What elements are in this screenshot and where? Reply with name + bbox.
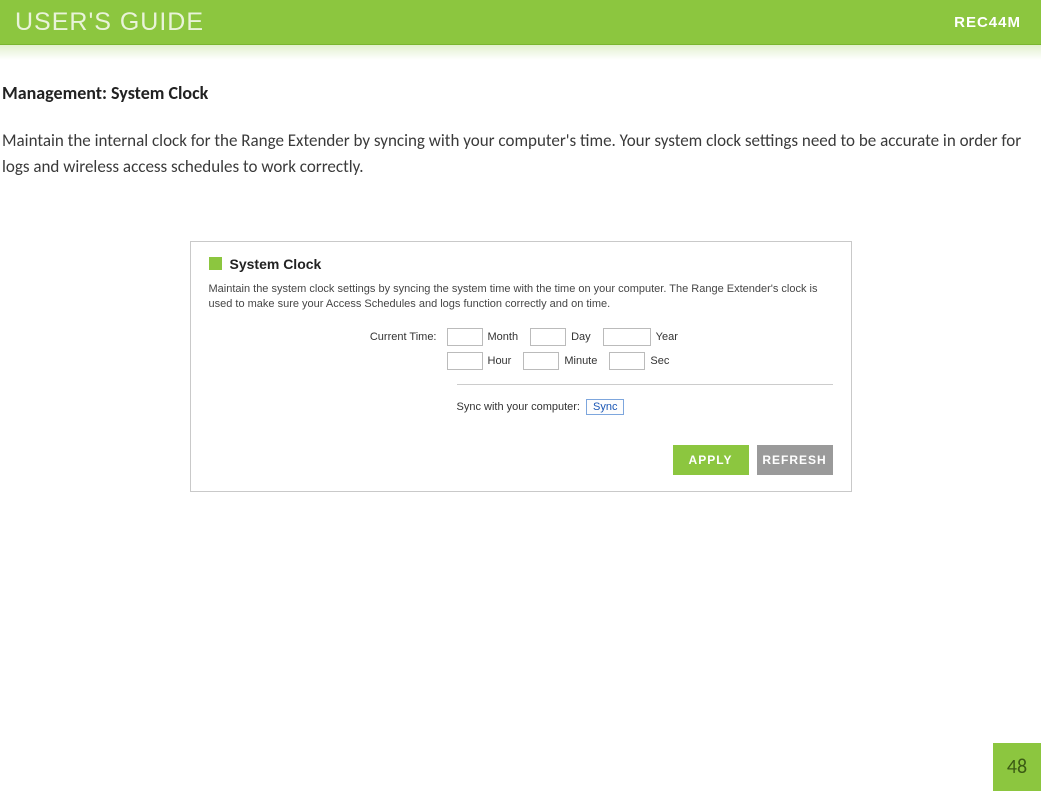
panel-title: System Clock — [230, 256, 322, 272]
minute-field-group: Minute — [523, 352, 597, 370]
sec-label: Sec — [650, 355, 669, 367]
section-title: Management: System Clock — [0, 82, 1041, 104]
year-field-group: Year — [603, 328, 678, 346]
panel-wrapper: System Clock Maintain the system clock s… — [0, 241, 1041, 493]
month-field-group: Month — [447, 328, 519, 346]
date-row: Current Time: Month Day Year — [209, 328, 833, 346]
system-clock-panel: System Clock Maintain the system clock s… — [190, 241, 852, 493]
time-row: Hour Minute Sec — [209, 352, 833, 370]
refresh-button[interactable]: REFRESH — [757, 445, 833, 475]
hour-label: Hour — [488, 355, 512, 367]
header-shade — [0, 45, 1041, 60]
sec-field-group: Sec — [609, 352, 669, 370]
panel-header: System Clock — [209, 256, 833, 272]
day-field-group: Day — [530, 328, 591, 346]
month-label: Month — [488, 331, 519, 343]
sync-row: Sync with your computer: Sync — [457, 399, 833, 415]
model-label: REC44M — [954, 14, 1021, 31]
panel-description: Maintain the system clock settings by sy… — [209, 282, 833, 313]
header-bar: USER'S GUIDE REC44M — [0, 0, 1041, 45]
apply-button[interactable]: APPLY — [673, 445, 749, 475]
time-inputs: Hour Minute Sec — [447, 352, 682, 370]
minute-input[interactable] — [523, 352, 559, 370]
month-input[interactable] — [447, 328, 483, 346]
day-input[interactable] — [530, 328, 566, 346]
sync-label: Sync with your computer: — [457, 401, 581, 413]
year-input[interactable] — [603, 328, 651, 346]
date-inputs: Month Day Year — [447, 328, 690, 346]
sync-button[interactable]: Sync — [586, 399, 624, 415]
panel-actions: APPLY REFRESH — [209, 445, 833, 475]
divider — [457, 384, 833, 385]
guide-title: USER'S GUIDE — [15, 8, 204, 37]
day-label: Day — [571, 331, 591, 343]
year-label: Year — [656, 331, 678, 343]
page-number: 48 — [993, 743, 1041, 791]
page-content: Management: System Clock Maintain the in… — [0, 60, 1041, 492]
hour-field-group: Hour — [447, 352, 512, 370]
current-time-label: Current Time: — [209, 331, 447, 343]
section-description: Maintain the internal clock for the Rang… — [0, 128, 1041, 181]
hour-input[interactable] — [447, 352, 483, 370]
panel-marker-icon — [209, 257, 222, 270]
minute-label: Minute — [564, 355, 597, 367]
sec-input[interactable] — [609, 352, 645, 370]
